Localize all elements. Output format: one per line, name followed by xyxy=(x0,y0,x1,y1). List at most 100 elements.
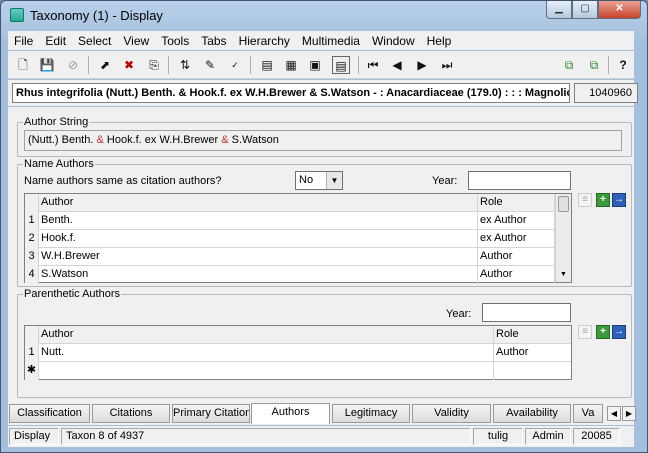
save-icon[interactable]: 💾 xyxy=(38,56,56,74)
next-record-icon[interactable]: ▶ xyxy=(413,56,431,74)
role-cell[interactable]: Author xyxy=(494,344,571,362)
tab-strip: Classification Citations Primary Citatio… xyxy=(8,403,636,425)
menu-window[interactable]: Window xyxy=(372,34,415,48)
record-id: 1040960 xyxy=(574,83,638,103)
select-record-icon[interactable]: ⬈ xyxy=(96,56,114,74)
author-string-part: Hook.f. ex W.H.Brewer xyxy=(103,134,222,146)
table-row[interactable]: 1 Benth. ex Author xyxy=(25,212,571,230)
form-view-icon[interactable]: ▤ xyxy=(258,56,276,74)
name-authors-year-label: Year: xyxy=(432,175,458,187)
role-cell[interactable]: ex Author xyxy=(478,212,555,230)
first-record-icon[interactable]: ⏮ xyxy=(364,56,382,74)
close-button[interactable]: ✕ xyxy=(598,1,641,19)
toolbar-separator xyxy=(88,56,89,74)
move-row-icon[interactable]: ≡ xyxy=(578,193,592,207)
scroll-down-icon[interactable]: ▼ xyxy=(556,268,571,282)
vertical-scrollbar[interactable]: ▼ xyxy=(555,194,571,282)
add-window-icon[interactable]: ⧉ xyxy=(560,56,578,74)
parenthetic-year-input[interactable] xyxy=(482,303,571,322)
role-cell[interactable]: ex Author xyxy=(478,230,555,248)
tab-validity[interactable]: Validity xyxy=(412,404,491,423)
toolbar-separator xyxy=(358,56,359,74)
table-header: Author Role xyxy=(25,194,571,212)
tab-legitimacy[interactable]: Legitimacy xyxy=(332,404,410,423)
detail-view-icon[interactable]: ▣ xyxy=(306,56,324,74)
tab-validation[interactable]: Va xyxy=(573,404,603,423)
tab-citations[interactable]: Citations xyxy=(92,404,170,423)
spellcheck-icon[interactable]: ✓ xyxy=(226,56,244,74)
table-row[interactable]: 3 W.H.Brewer Author xyxy=(25,248,571,266)
grid-view-icon[interactable]: ▦ xyxy=(282,56,300,74)
menu-tabs[interactable]: Tabs xyxy=(201,34,226,48)
new-row[interactable]: ✱ xyxy=(25,362,571,380)
role-cell[interactable]: Author xyxy=(478,266,555,284)
table-row[interactable]: 1 Nutt. Author xyxy=(25,344,571,362)
new-row-marker: ✱ xyxy=(25,362,39,380)
delete-record-icon[interactable]: ✖ xyxy=(120,56,138,74)
context-help-icon[interactable]: ? xyxy=(614,56,632,74)
duplicate-window-icon[interactable]: ⧉ xyxy=(585,56,603,74)
sort-az-icon[interactable]: ⇅ xyxy=(176,56,194,74)
row-number: 1 xyxy=(25,344,39,362)
menu-edit[interactable]: Edit xyxy=(45,34,66,48)
table-row[interactable]: 4 S.Watson Author xyxy=(25,266,571,284)
menu-select[interactable]: Select xyxy=(78,34,111,48)
menu-view[interactable]: View xyxy=(123,34,149,48)
authors-panel: Author String (Nutt.) Benth. & Hook.f. e… xyxy=(8,107,634,403)
menu-hierarchy[interactable]: Hierarchy xyxy=(239,34,290,48)
menu-multimedia[interactable]: Multimedia xyxy=(302,34,360,48)
status-mode: Display xyxy=(9,428,59,445)
app-icon xyxy=(10,8,24,22)
menu-file[interactable]: File xyxy=(14,34,33,48)
tab-classification[interactable]: Classification xyxy=(9,404,90,423)
chevron-down-icon[interactable]: ▼ xyxy=(326,172,342,189)
role-column-header[interactable]: Role xyxy=(478,194,555,212)
scrollbar-thumb[interactable] xyxy=(558,196,569,212)
tab-primary-citation[interactable]: Primary Citation xyxy=(172,404,250,423)
window-title: Taxonomy (1) - Display xyxy=(30,8,163,23)
title-bar[interactable]: Taxonomy (1) - Display ▁ ▢ ✕ xyxy=(1,1,647,29)
author-cell[interactable]: Hook.f. xyxy=(39,230,478,248)
copy-record-icon[interactable]: ⎘ xyxy=(145,56,163,74)
new-role-cell[interactable] xyxy=(494,362,571,380)
edit-icon[interactable]: ✎ xyxy=(201,56,219,74)
name-bar: Rhus integrifolia (Nutt.) Benth. & Hook.… xyxy=(8,80,638,106)
author-column-header[interactable]: Author xyxy=(39,326,494,344)
minimize-button[interactable]: ▁ xyxy=(546,1,572,19)
insert-row-icon[interactable]: → xyxy=(612,325,626,339)
author-column-header[interactable]: Author xyxy=(39,194,478,212)
tab-authors[interactable]: Authors xyxy=(251,403,330,424)
row-number: 1 xyxy=(25,212,39,230)
new-author-cell[interactable] xyxy=(39,362,494,380)
author-cell[interactable]: Nutt. xyxy=(39,344,494,362)
menu-bar: File Edit Select View Tools Tabs Hierarc… xyxy=(8,31,634,50)
tab-scroll-right-icon[interactable]: ▶ xyxy=(622,406,636,421)
tab-availability[interactable]: Availability xyxy=(493,404,571,423)
add-row-icon[interactable]: + xyxy=(596,193,610,207)
add-row-icon[interactable]: + xyxy=(596,325,610,339)
status-user: tulig xyxy=(473,428,523,445)
menu-tools[interactable]: Tools xyxy=(161,34,189,48)
name-authors-year-input[interactable] xyxy=(468,171,571,190)
author-cell[interactable]: S.Watson xyxy=(39,266,478,284)
author-cell[interactable]: W.H.Brewer xyxy=(39,248,478,266)
last-record-icon[interactable]: ⏭ xyxy=(438,56,456,74)
table-row[interactable]: 2 Hook.f. ex Author xyxy=(25,230,571,248)
menu-help[interactable]: Help xyxy=(427,34,452,48)
name-authors-label: Name Authors xyxy=(23,158,95,170)
role-column-header[interactable]: Role xyxy=(494,326,571,344)
insert-row-icon[interactable]: → xyxy=(612,193,626,207)
move-row-icon[interactable]: ≡ xyxy=(578,325,592,339)
same-authors-select[interactable]: No ▼ xyxy=(295,171,343,190)
parenthetic-authors-table: Author Role 1 Nutt. Author ✱ xyxy=(24,325,572,380)
tab-scroll-left-icon[interactable]: ◀ xyxy=(607,406,621,421)
summary-view-icon[interactable]: ▤ xyxy=(332,56,350,74)
cancel-icon[interactable]: ⊘ xyxy=(64,56,82,74)
maximize-button[interactable]: ▢ xyxy=(572,1,598,19)
role-cell[interactable]: Author xyxy=(478,248,555,266)
corner-cell xyxy=(25,194,39,212)
previous-record-icon[interactable]: ◀ xyxy=(388,56,406,74)
taxon-full-name: Rhus integrifolia (Nutt.) Benth. & Hook.… xyxy=(12,83,570,103)
author-cell[interactable]: Benth. xyxy=(39,212,478,230)
new-record-icon[interactable]: 🗋 xyxy=(14,56,32,74)
